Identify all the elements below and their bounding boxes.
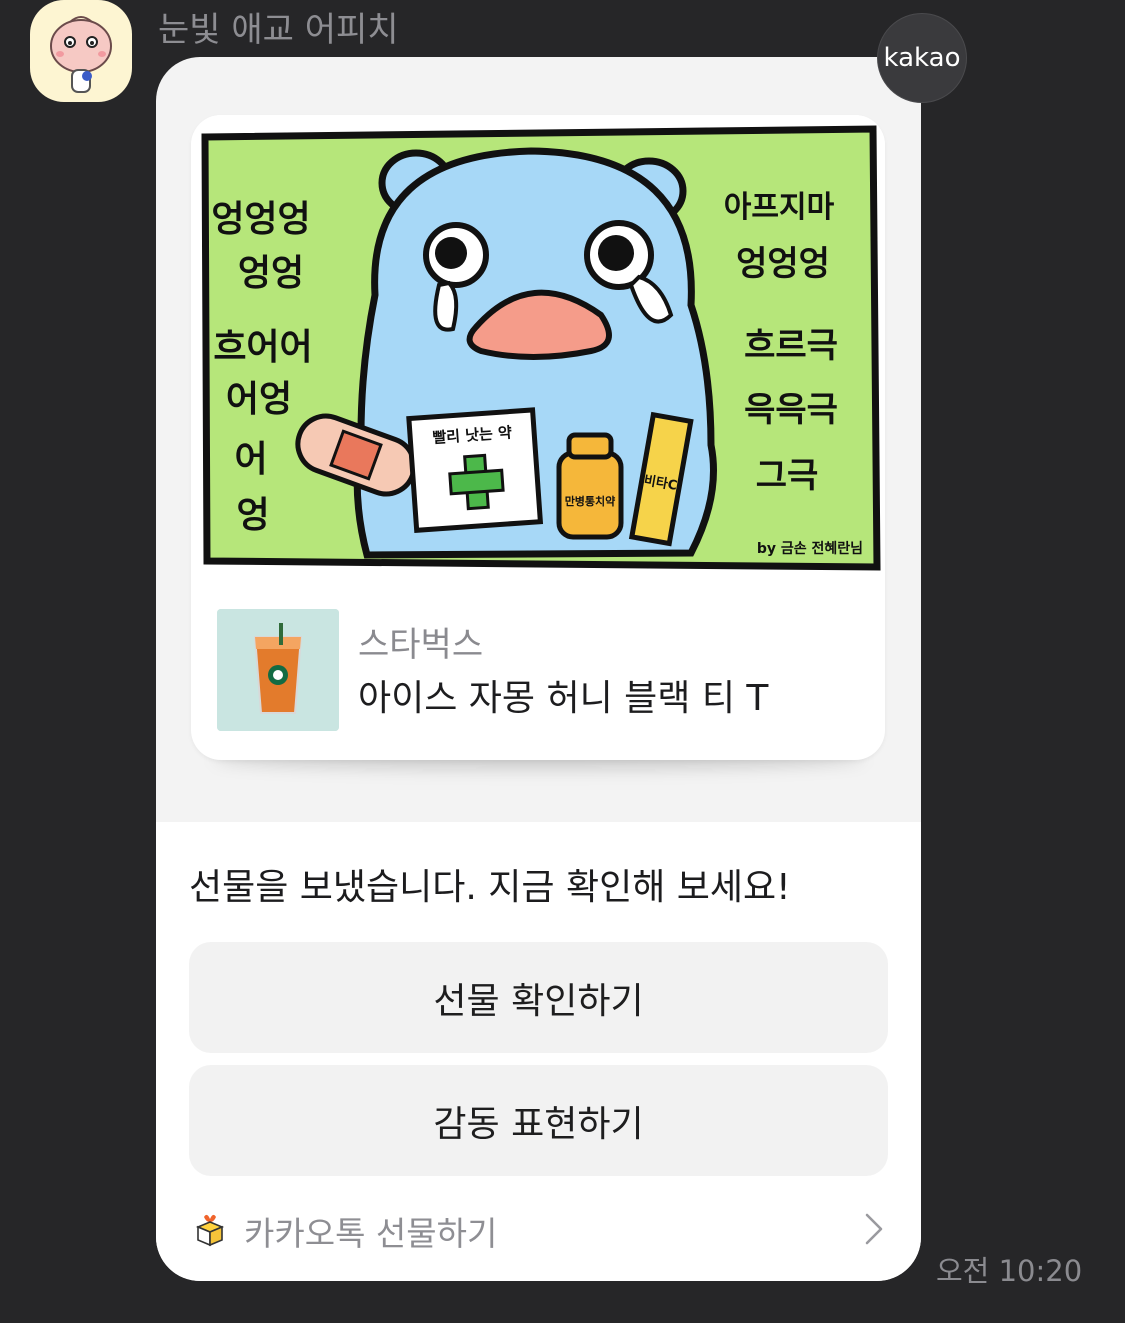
- sender-name: 눈빛 애교 어피치: [158, 10, 399, 50]
- product-thumbnail: [217, 609, 339, 731]
- art-right-line-1: 아프지마: [724, 190, 835, 225]
- iced-drink-image: [217, 609, 339, 731]
- gift-card-illustration: 빨리 낫는 약 만병통치약 비타C 엉엉엉 엉엉 흐어어 어엉 어 엉 아프지마…: [191, 115, 885, 575]
- art-credit: by 금손 전혜란님: [757, 540, 863, 557]
- gift-box-icon: [195, 1214, 225, 1247]
- kakaotalk-gift-link[interactable]: 카카오톡 선물하기: [244, 1207, 497, 1255]
- art-left-line-2: 엉엉: [238, 253, 304, 294]
- message-timestamp: 오전 10:20: [936, 1254, 1083, 1288]
- art-right-line-3: 흐르극: [744, 326, 838, 366]
- express-thanks-button[interactable]: 감동 표현하기: [189, 1065, 888, 1176]
- check-gift-button[interactable]: 선물 확인하기: [189, 942, 888, 1053]
- kakao-badge: kakao: [877, 13, 967, 103]
- art-right-line-5: 그극: [756, 456, 819, 496]
- art-left-line-3: 흐어어: [213, 327, 312, 368]
- apeach-avatar-icon: [50, 16, 112, 93]
- art-left-line-4: 어엉: [226, 379, 292, 420]
- art-left-line-5: 어: [234, 439, 267, 480]
- chevron-right-icon[interactable]: [862, 1212, 886, 1246]
- gift-message-text: 선물을 보냈습니다. 지금 확인해 보세요!: [189, 867, 791, 908]
- sender-avatar[interactable]: [30, 0, 132, 102]
- product-brand: 스타벅스: [358, 625, 484, 665]
- art-jar-label: 만병통치약: [565, 494, 616, 508]
- gift-card[interactable]: 빨리 낫는 약 만병통치약 비타C 엉엉엉 엉엉 흐어어 어엉 어 엉 아프지마…: [191, 115, 885, 760]
- product-name: 아이스 자몽 허니 블랙 티 T: [358, 678, 769, 719]
- art-right-line-2: 엉엉엉: [736, 244, 830, 284]
- art-left-line-6: 엉: [236, 495, 269, 536]
- art-left-line-1: 엉엉엉: [211, 199, 310, 240]
- art-right-line-4: 윽윽극: [744, 390, 838, 430]
